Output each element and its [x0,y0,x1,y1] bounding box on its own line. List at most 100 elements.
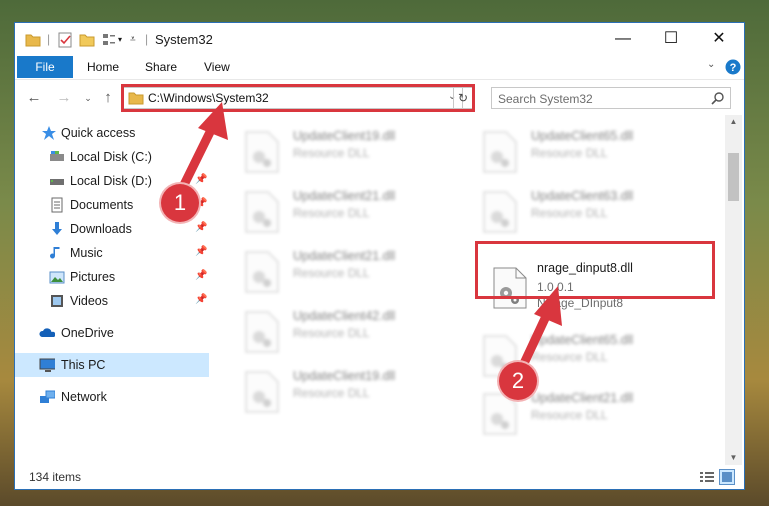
file-item[interactable]: UpdateClient21.dll Resource DLL [239,243,439,299]
large-icons-view-icon[interactable] [719,469,735,485]
file-name: UpdateClient21.dll [531,391,634,405]
dll-file-icon [483,131,517,173]
sidebar-item-videos[interactable]: Videos 📌 [15,289,209,313]
file-name: UpdateClient21.dll [293,189,396,203]
sidebar-item-label: Music [70,246,103,260]
documents-icon [51,197,63,213]
search-input[interactable] [496,90,700,108]
file-name: UpdateClient42.dll [293,309,396,323]
file-name: UpdateClient63.dll [531,189,634,203]
star-icon [42,126,56,140]
file-description: Resource DLL [531,206,608,220]
step-badge-2: 2 [499,362,537,400]
sidebar-item-onedrive[interactable]: OneDrive [15,321,209,345]
maximize-button[interactable]: ☐ [648,23,694,55]
pin-icon[interactable]: 📌 [195,294,207,305]
search-icon[interactable] [711,91,725,105]
sidebar-item-label: Local Disk (D:) [70,174,152,188]
file-item[interactable]: UpdateClient63.dll Resource DLL [477,183,677,239]
chevron-down-icon[interactable]: ▾ [118,35,122,44]
file-list: UpdateClient19.dll Resource DLL UpdateCl… [229,115,725,465]
svg-text:?: ? [730,62,737,74]
expand-ribbon-icon[interactable]: ⌄ [707,59,715,70]
tab-file[interactable]: File [17,56,73,78]
pin-icon[interactable]: 📌 [195,222,207,233]
sidebar-item-this-pc[interactable]: This PC [15,353,209,377]
sidebar-item-pictures[interactable]: Pictures 📌 [15,265,209,289]
help-icon[interactable]: ? [725,59,741,75]
sidebar-item-music[interactable]: Music 📌 [15,241,209,265]
this-pc-icon [39,358,55,372]
file-item[interactable]: UpdateClient19.dll Resource DLL [239,123,439,179]
file-description: Resource DLL [531,408,608,422]
sidebar-item-label: Downloads [70,222,132,236]
sidebar-item-network[interactable]: Network [15,385,209,409]
dll-file-icon [245,191,279,233]
window-title: System32 [155,32,213,47]
vertical-scrollbar[interactable]: ▲ ▼ [725,115,742,465]
scroll-down-icon[interactable]: ▼ [725,453,742,462]
tab-view[interactable]: View [204,56,230,78]
forward-button[interactable]: → [55,89,73,107]
network-icon [40,390,55,403]
drive-icon [50,151,64,161]
drive-icon [50,179,64,185]
back-button[interactable]: ← [25,89,43,107]
recent-locations-button[interactable]: ⌄ [79,89,97,107]
tab-share[interactable]: Share [145,56,177,78]
file-name: UpdateClient65.dll [531,129,634,143]
tab-home[interactable]: Home [87,56,119,78]
file-item[interactable]: UpdateClient19.dll Resource DLL [239,363,439,419]
search-box[interactable] [491,87,731,109]
dll-file-icon [483,191,517,233]
file-description: Resource DLL [293,266,370,280]
folder-icon [25,34,41,47]
sidebar-item-label: OneDrive [61,326,114,340]
title-bar: | ▾ ⩡ | System32 — ☐ ✕ [15,23,744,55]
details-view-icon[interactable] [699,470,715,484]
onedrive-icon [39,328,55,337]
file-name: UpdateClient21.dll [293,249,396,263]
file-description: Resource DLL [293,386,370,400]
file-name: UpdateClient19.dll [293,129,396,143]
downloads-icon [52,222,62,235]
dll-file-icon [245,131,279,173]
pin-icon[interactable]: 📌 [195,246,207,257]
view-options-icon[interactable] [101,32,117,48]
sidebar-item-label: Videos [70,294,108,308]
close-button[interactable]: ✕ [696,23,742,55]
scroll-up-icon[interactable]: ▲ [725,117,742,126]
file-name: UpdateClient19.dll [293,369,396,383]
file-item[interactable]: UpdateClient42.dll Resource DLL [239,303,439,359]
file-description: Resource DLL [293,206,370,220]
navigation-bar: ← → ⌄ ↑ C:\Windows\System32 ⌄ ↻ [15,79,744,116]
sidebar-item-label: This PC [61,358,106,372]
file-item[interactable]: UpdateClient65.dll Resource DLL [477,123,677,179]
item-count: 134 items [29,470,82,484]
file-description: Resource DLL [293,146,370,160]
file-description: Resource DLL [293,326,370,340]
sidebar-item-label: Local Disk (C:) [70,150,152,164]
new-folder-icon[interactable] [79,32,95,48]
minimize-button[interactable]: — [600,23,646,55]
sidebar-item-label: Pictures [70,270,116,284]
properties-icon[interactable] [57,32,73,48]
step-badge-1: 1 [161,184,199,222]
videos-icon [51,295,63,307]
sidebar-item-label: Documents [70,198,134,212]
separator: | [145,32,149,46]
scrollbar-thumb[interactable] [728,153,739,201]
file-item[interactable]: UpdateClient21.dll Resource DLL [239,183,439,239]
dll-file-icon [245,251,279,293]
pin-icon[interactable]: 📌 [195,270,207,281]
pictures-icon [49,271,65,284]
music-icon [50,247,60,259]
explorer-window: | ▾ ⩡ | System32 — ☐ ✕ File Home Share V… [14,22,745,490]
dll-file-icon [245,311,279,353]
sidebar-item-label: Quick access [61,126,136,140]
status-bar: 134 items [15,465,744,489]
up-button[interactable]: ↑ [99,89,117,107]
customize-toolbar-icon[interactable]: ⩡ [130,34,136,45]
separator: | [47,32,51,46]
file-description: Resource DLL [531,146,608,160]
